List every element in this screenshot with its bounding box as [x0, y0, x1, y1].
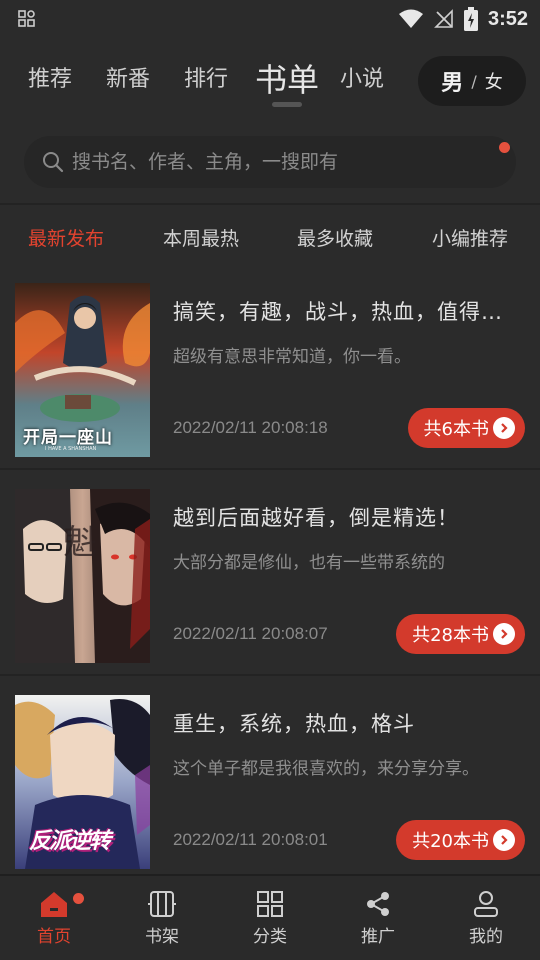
- user-icon: [474, 891, 498, 917]
- subtab-weekly-hot[interactable]: 本周最热: [163, 224, 239, 251]
- gender-female[interactable]: 女: [485, 68, 503, 94]
- bottom-nav-label: 首页: [37, 927, 71, 947]
- item-divider: [0, 468, 540, 470]
- bottom-nav-label: 分类: [253, 927, 287, 947]
- cover-subtitle: I HAVE A SHANSHAN: [45, 446, 97, 452]
- battery-icon: [463, 7, 478, 31]
- subtab-latest[interactable]: 最新发布: [28, 224, 104, 251]
- book-description: 超级有意思非常知道，你一看。: [173, 347, 411, 367]
- bottom-nav-home[interactable]: 首页: [0, 876, 108, 960]
- tab-booklist[interactable]: 书单: [255, 55, 319, 105]
- book-date: 2022/02/11 20:08:18: [173, 418, 328, 437]
- book-date: 2022/02/11 20:08:07: [173, 624, 328, 643]
- subtab-editor-picks[interactable]: 小编推荐: [432, 224, 508, 251]
- wifi-icon: [398, 9, 423, 28]
- status-bar: 3:52: [0, 0, 540, 38]
- gender-male[interactable]: 男: [441, 65, 463, 97]
- home-icon: [41, 892, 67, 917]
- tab-ranking[interactable]: 排行: [184, 55, 228, 105]
- book-description: 这个单子都是我很喜欢的，来分享分享。: [173, 759, 479, 779]
- bottom-nav-category[interactable]: 分类: [216, 876, 324, 960]
- bottom-nav-bookshelf[interactable]: 书架: [108, 876, 216, 960]
- booklist-item[interactable]: 开局一座山 I HAVE A SHANSHAN 搞笑，有趣，战斗，热血，值得一看…: [0, 270, 540, 470]
- book-cover[interactable]: 反派逆转: [15, 695, 150, 869]
- book-title: 搞笑，有趣，战斗，热血，值得一看: [173, 300, 523, 324]
- book-count-button[interactable]: 共20本书: [396, 820, 525, 860]
- book-cover[interactable]: 开局一座山 I HAVE A SHANSHAN: [15, 283, 150, 457]
- booklist-item[interactable]: 反派逆转 重生，系统，热血，格斗 这个单子都是我很喜欢的，来分享分享。 2022…: [0, 682, 540, 882]
- book-cover[interactable]: 魁: [15, 489, 150, 663]
- bookshelf-icon: [148, 891, 176, 917]
- header-divider: [0, 203, 540, 205]
- book-title: 重生，系统，热血，格斗: [173, 712, 415, 736]
- book-title: 越到后面越好看，倒是精选！: [173, 506, 459, 530]
- book-count-button[interactable]: 共28本书: [396, 614, 525, 654]
- book-count-label: 共28本书: [412, 625, 489, 646]
- active-tab-indicator: [272, 102, 302, 107]
- category-icon: [257, 891, 283, 917]
- tab-new-series[interactable]: 新番: [106, 55, 150, 105]
- book-count-button[interactable]: 共6本书: [407, 408, 525, 448]
- tab-novel[interactable]: 小说: [340, 55, 384, 105]
- chevron-right-icon: [493, 623, 515, 645]
- search-icon: [43, 152, 64, 173]
- gender-toggle[interactable]: 男 / 女: [418, 56, 526, 106]
- bottom-nav-label: 我的: [469, 927, 503, 947]
- book-count-label: 共6本书: [423, 419, 489, 440]
- booklist-item[interactable]: 魁 越到后面越好看，倒是精选！ 大部分都是修仙，也有一些带系统的 2022/02…: [0, 476, 540, 676]
- sub-tabs: 最新发布 本周最热 最多收藏 小编推荐: [0, 214, 540, 260]
- bottom-nav-label: 书架: [145, 927, 179, 947]
- cover-title: 反派逆转: [29, 829, 111, 854]
- book-count-label: 共20本书: [412, 831, 489, 852]
- bottom-nav-promote[interactable]: 推广: [324, 876, 432, 960]
- subtab-most-favorited[interactable]: 最多收藏: [297, 224, 373, 251]
- app-notification-icon: [18, 10, 35, 27]
- cover-title: 开局一座山: [23, 428, 113, 448]
- no-signal-icon: [434, 9, 453, 28]
- bottom-nav-label: 推广: [361, 927, 395, 947]
- bottom-nav-profile[interactable]: 我的: [432, 876, 540, 960]
- tab-recommend[interactable]: 推荐: [28, 55, 72, 105]
- gender-separator: /: [471, 71, 477, 91]
- item-divider: [0, 674, 540, 676]
- search-input[interactable]: [72, 151, 492, 173]
- notification-dot: [499, 142, 510, 153]
- search-bar[interactable]: [24, 136, 516, 188]
- chevron-right-icon: [493, 829, 515, 851]
- book-date: 2022/02/11 20:08:01: [173, 830, 328, 849]
- book-description: 大部分都是修仙，也有一些带系统的: [173, 553, 445, 573]
- notification-dot: [73, 893, 84, 904]
- share-icon: [367, 892, 389, 916]
- status-time: 3:52: [487, 7, 528, 30]
- cover-title: 魁: [63, 523, 97, 563]
- chevron-right-icon: [493, 417, 515, 439]
- bottom-nav: 首页 书架 分类 推广 我的: [0, 874, 540, 960]
